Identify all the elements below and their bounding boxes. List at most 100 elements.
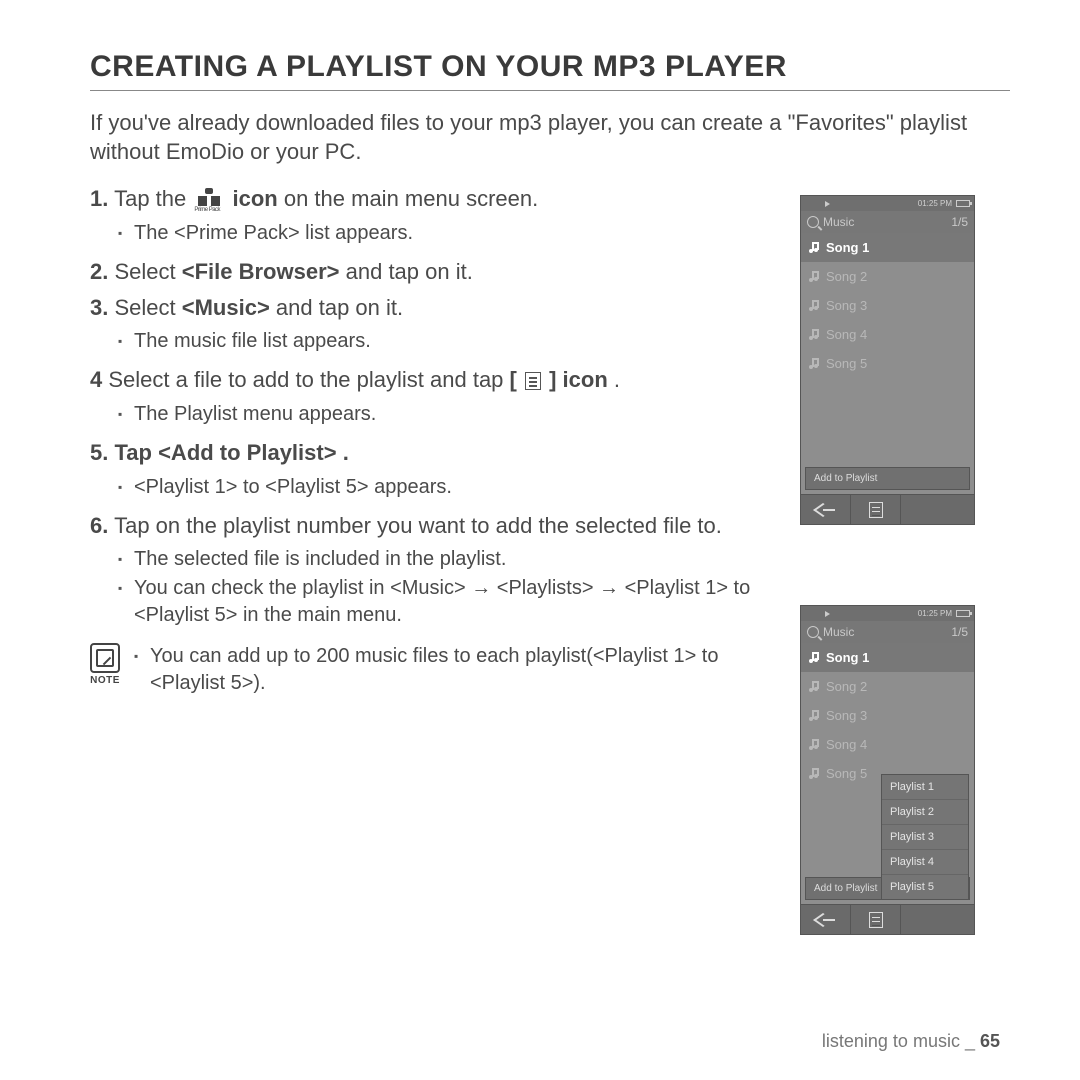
step-num: 4 [90,367,102,392]
list-item: Song 1 [801,643,974,672]
battery-icon [956,610,970,617]
step-6-sub-1: The selected file is included in the pla… [118,546,770,573]
music-note-icon [809,300,820,311]
step-6-sub-2: You can check the playlist in <Music> → … [118,575,770,629]
note-label: NOTE [90,675,120,686]
step-num: 1. [90,186,108,211]
device-nav-bar [801,494,974,524]
device-header-title: Music [823,625,854,639]
device-status-bar: 01:25 PM [801,606,974,621]
list-icon [869,502,883,518]
back-button [801,495,851,524]
device-header: Music 1/5 [801,211,974,233]
footer-page-number: 65 [980,1031,1000,1051]
playlist-option: Playlist 4 [882,850,968,875]
step-text-bold: <Add to Playlist> [158,440,337,465]
step-text: and tap on it. [346,259,473,284]
device-context-menu: Add to Playlist [805,467,970,490]
music-note-icon [809,681,820,692]
step-text: Select a file to add to the playlist and… [108,367,509,392]
music-note-icon [809,329,820,340]
device-time: 01:25 PM [918,609,952,618]
device-screenshot-1: 01:25 PM Music 1/5 Song 1 Song 2 Song 3 … [800,195,975,525]
search-icon [807,626,819,638]
list-item: Song 3 [801,701,974,730]
song-label: Song 3 [826,298,867,313]
device-song-list: Song 1 Song 2 Song 3 Song 4 Song 5 [801,233,974,378]
song-label: Song 1 [826,650,869,665]
step-4-sub: The Playlist menu appears. [118,401,770,428]
menu-item-label: Add to Playlist [806,468,969,489]
step-text: Select [114,295,181,320]
page-footer: listening to music _ 65 [822,1031,1000,1052]
song-label: Song 2 [826,679,867,694]
playlist-option: Playlist 2 [882,800,968,825]
music-note-icon [809,652,820,663]
song-label: Song 4 [826,737,867,752]
menu-button [851,905,901,934]
step-1: 1. Tap the Prime Pack icon on the main m… [90,184,770,214]
battery-icon [956,200,970,207]
list-item: Song 3 [801,291,974,320]
step-num: 2. [90,259,108,284]
note-icon [90,643,120,673]
play-indicator-icon [825,201,830,207]
menu-button [851,495,901,524]
device-header: Music 1/5 [801,621,974,643]
prime-pack-icon: Prime Pack [196,188,222,212]
footer-section: listening to music _ [822,1031,980,1051]
step-6: 6. Tap on the playlist number you want t… [90,511,770,541]
playlist-popup: Playlist 1 Playlist 2 Playlist 3 Playlis… [881,774,969,900]
step-4: 4 Select a file to add to the playlist a… [90,365,770,395]
step-text-bold: ] icon [549,367,608,392]
step-num: 5. [90,440,108,465]
device-song-list: Song 1 Song 2 Song 3 Song 4 Song 5 [801,643,974,788]
step-5: 5. Tap <Add to Playlist> . [90,438,770,468]
playlist-option: Playlist 1 [882,775,968,800]
step-text: . [614,367,620,392]
step-text: Select [114,259,181,284]
device-nav-bar [801,904,974,934]
list-item: Song 2 [801,672,974,701]
search-icon [807,216,819,228]
back-button [801,905,851,934]
steps-list: 1. Tap the Prime Pack icon on the main m… [90,184,770,707]
list-icon [525,372,541,390]
song-label: Song 3 [826,708,867,723]
song-label: Song 4 [826,327,867,342]
intro-text: If you've already downloaded files to yo… [90,109,1010,166]
prime-pack-label: Prime Pack [194,206,220,214]
song-label: Song 5 [826,766,867,781]
list-item: Song 4 [801,730,974,759]
list-item: Song 1 [801,233,974,262]
device-header-count: 1/5 [951,625,968,639]
music-note-icon [809,710,820,721]
device-status-bar: 01:25 PM [801,196,974,211]
list-item: Song 4 [801,320,974,349]
song-label: Song 5 [826,356,867,371]
list-icon [869,912,883,928]
step-text-bold: icon [232,186,277,211]
step-1-sub: The <Prime Pack> list appears. [118,220,770,247]
note-block: NOTE You can add up to 200 music files t… [90,643,770,707]
music-note-icon [809,739,820,750]
step-text: and tap on it. [276,295,403,320]
step-text-bold: Tap [114,440,158,465]
play-indicator-icon [825,611,830,617]
step-text-bold: <Music> [182,295,270,320]
step-num: 3. [90,295,108,320]
device-time: 01:25 PM [918,199,952,208]
device-screenshot-2: 01:25 PM Music 1/5 Song 1 Song 2 Song 3 … [800,605,975,935]
music-note-icon [809,271,820,282]
playlist-option: Playlist 5 [882,875,968,899]
song-label: Song 2 [826,269,867,284]
step-3-sub: The music file list appears. [118,328,770,355]
step-num: 6. [90,513,108,538]
page-title: CREATING A PLAYLIST ON YOUR MP3 PLAYER [90,50,1010,91]
list-item: Song 2 [801,262,974,291]
step-5-sub: <Playlist 1> to <Playlist 5> appears. [118,474,770,501]
step-text: Tap on the playlist number you want to a… [114,513,722,538]
list-item: Song 5 [801,349,974,378]
step-2: 2. Select <File Browser> and tap on it. [90,257,770,287]
note-text: You can add up to 200 music files to eac… [134,643,770,697]
